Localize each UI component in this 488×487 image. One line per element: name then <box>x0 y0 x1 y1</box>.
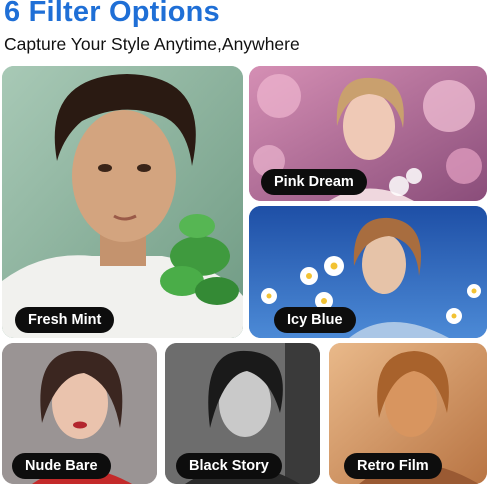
fresh-mint-photo <box>2 66 243 338</box>
filter-label-nude-bare: Nude Bare <box>12 453 111 479</box>
filter-tile-pink-dream[interactable]: Pink Dream <box>249 66 487 201</box>
page-subtitle: Capture Your Style Anytime,Anywhere <box>4 34 300 54</box>
filter-label-retro-film: Retro Film <box>344 453 442 479</box>
filter-tile-retro-film[interactable]: Retro Film <box>329 343 487 484</box>
filter-label-icy-blue: Icy Blue <box>274 307 356 333</box>
filter-tile-icy-blue[interactable]: Icy Blue <box>249 206 487 338</box>
page-title: 6 Filter Options <box>4 0 220 28</box>
filter-tile-nude-bare[interactable]: Nude Bare <box>2 343 157 484</box>
filter-label-black-story: Black Story <box>176 453 282 479</box>
filter-tile-black-story[interactable]: Black Story <box>165 343 320 484</box>
filter-label-fresh-mint: Fresh Mint <box>15 307 115 333</box>
filter-label-pink-dream: Pink Dream <box>261 169 367 195</box>
filter-tile-fresh-mint[interactable]: Fresh Mint <box>2 66 243 338</box>
